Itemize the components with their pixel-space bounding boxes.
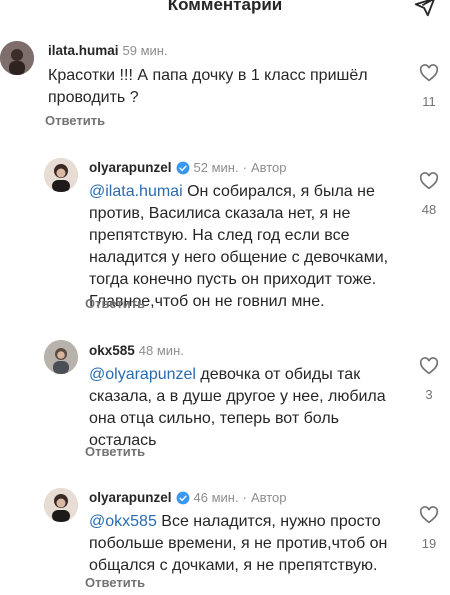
- like-button[interactable]: 11: [414, 64, 444, 109]
- comment-meta: ilata.humai 59 мин.: [48, 43, 168, 58]
- timestamp: 52 мин.: [193, 160, 239, 175]
- author-tag: Автор: [250, 490, 287, 505]
- mention-link[interactable]: @okx585: [89, 513, 157, 530]
- username[interactable]: olyarapunzel: [89, 490, 172, 505]
- author-tag: Автор: [250, 160, 287, 175]
- timestamp: 48 мин.: [138, 343, 184, 358]
- like-count: 3: [425, 387, 433, 402]
- username[interactable]: ilata.humai: [48, 43, 119, 58]
- heart-outline-icon[interactable]: [419, 506, 439, 524]
- like-button[interactable]: 19: [414, 506, 444, 551]
- like-count: 48: [421, 202, 437, 217]
- heart-outline-icon[interactable]: [419, 357, 439, 375]
- username[interactable]: olyarapunzel: [89, 160, 172, 175]
- avatar[interactable]: [44, 340, 78, 374]
- avatar[interactable]: [44, 488, 78, 522]
- comment-meta: olyarapunzel 46 мин. · Автор: [89, 490, 287, 505]
- verified-badge-icon: [176, 161, 189, 174]
- heart-outline-icon[interactable]: [419, 64, 439, 82]
- page-title: Комментарии: [167, 0, 283, 14]
- like-button[interactable]: 48: [414, 172, 444, 217]
- comment-meta: olyarapunzel 52 мин. · Автор: [89, 160, 287, 175]
- verified-badge-icon: [176, 491, 189, 504]
- comments-header: Комментарии: [0, 0, 450, 20]
- mention-link[interactable]: @ilata.humai: [89, 183, 183, 200]
- comment-text: @okx585 Все наладится, нужно просто побо…: [89, 511, 399, 577]
- reply-button[interactable]: Ответить: [85, 296, 145, 311]
- reply-button[interactable]: Ответить: [85, 444, 145, 459]
- mention-link[interactable]: @olyarapunzel: [89, 366, 196, 383]
- send-icon[interactable]: [414, 0, 436, 18]
- reply-button[interactable]: Ответить: [85, 575, 145, 590]
- username[interactable]: okx585: [89, 343, 135, 358]
- comment-text: @ilata.humai Он собирался, я была не про…: [89, 181, 399, 313]
- timestamp: 46 мин.: [193, 490, 239, 505]
- timestamp: 59 мин.: [122, 43, 168, 58]
- comment-meta: okx585 48 мин.: [89, 343, 184, 358]
- comment-text: @olyarapunzel девочка от обиды так сказа…: [89, 364, 399, 452]
- like-count: 19: [421, 536, 437, 551]
- reply-button[interactable]: Ответить: [45, 113, 105, 128]
- like-count: 11: [422, 94, 436, 109]
- avatar[interactable]: [0, 41, 34, 75]
- comment-text: Красотки !!! А папа дочку в 1 класс приш…: [48, 67, 368, 106]
- like-button[interactable]: 3: [414, 357, 444, 402]
- avatar[interactable]: [44, 158, 78, 192]
- heart-outline-icon[interactable]: [419, 172, 439, 190]
- comment-body: Он собирался, я была не против, Василиса…: [89, 183, 389, 310]
